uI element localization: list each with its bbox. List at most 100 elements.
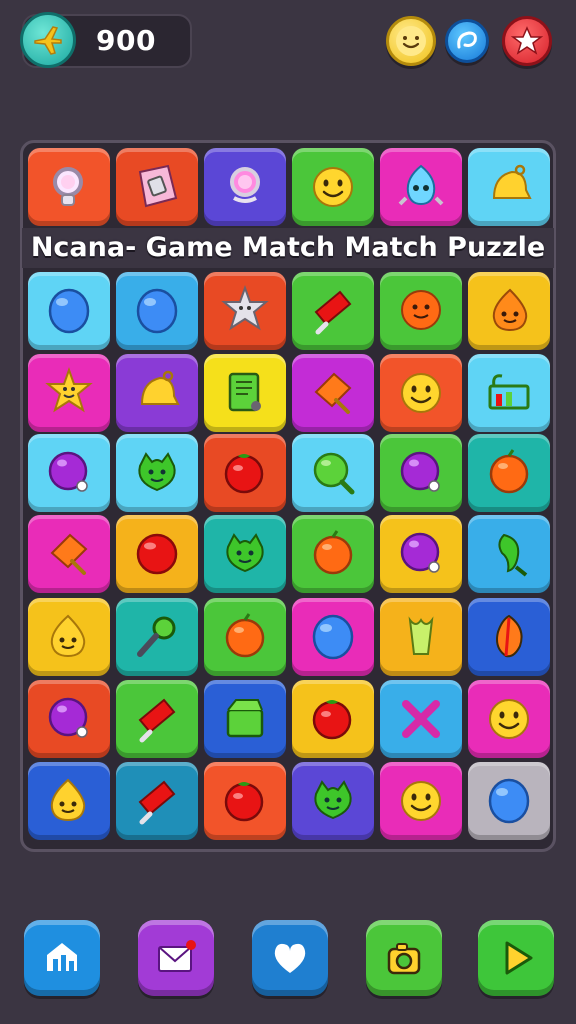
tile-creature-blue[interactable] — [380, 148, 462, 226]
tile-creature-green[interactable] — [116, 434, 198, 512]
tile-tomato[interactable] — [204, 762, 286, 840]
tile-book-green[interactable] — [204, 354, 286, 432]
tile-bell[interactable] — [116, 354, 198, 432]
face-yellow-icon — [489, 699, 529, 739]
heart-button[interactable] — [252, 920, 328, 996]
tile-orb-purple[interactable] — [28, 680, 110, 758]
tile-creature-green[interactable] — [292, 762, 374, 840]
bell-icon — [140, 370, 180, 405]
tile-cone-orange[interactable] — [28, 515, 110, 593]
key-icon — [137, 616, 176, 657]
cone-red-icon — [314, 290, 352, 335]
mail-button[interactable] — [138, 920, 214, 996]
mail-icon — [158, 940, 196, 972]
tile-face-yellow[interactable] — [468, 680, 550, 758]
cone-orange-icon — [314, 372, 352, 414]
tile-orb-blue[interactable] — [292, 598, 374, 676]
tile-leaf[interactable] — [468, 598, 550, 676]
celery-icon — [408, 616, 434, 655]
tile-cone-red[interactable] — [116, 680, 198, 758]
camera-button[interactable] — [366, 920, 442, 996]
play-button[interactable] — [478, 920, 554, 996]
tile-cone-orange[interactable] — [292, 354, 374, 432]
tile-orb-green[interactable] — [292, 434, 374, 512]
tile-tomato[interactable] — [292, 680, 374, 758]
orb-red-icon — [136, 533, 178, 575]
tile-pepper-green[interactable] — [468, 515, 550, 593]
drop-yellow-icon — [50, 614, 86, 658]
tile-face-yellow[interactable] — [380, 762, 462, 840]
cone-red-icon — [138, 780, 176, 825]
tile-magnifier-pink[interactable] — [204, 148, 286, 226]
tomato-icon — [224, 782, 264, 822]
star-yellow-icon — [45, 367, 93, 413]
tile-cone-red[interactable] — [292, 272, 374, 350]
tile-cross[interactable] — [380, 680, 462, 758]
creature-blue-icon — [398, 164, 444, 206]
tile-tomato[interactable] — [204, 434, 286, 512]
tile-creature-green[interactable] — [204, 515, 286, 593]
heart-icon — [274, 943, 306, 973]
drop-yellow-icon — [50, 778, 86, 822]
tile-celery[interactable] — [380, 598, 462, 676]
tile-magnifier[interactable] — [28, 148, 110, 226]
tile-key[interactable] — [116, 598, 198, 676]
home-button[interactable] — [24, 920, 100, 996]
tile-cart[interactable] — [468, 354, 550, 432]
tile-star-yellow[interactable] — [28, 354, 110, 432]
tile-orb-purple[interactable] — [380, 515, 462, 593]
tile-drop-yellow[interactable] — [28, 762, 110, 840]
tile-orb-blue[interactable] — [468, 762, 550, 840]
orb-blue-icon — [312, 614, 354, 660]
magnifier-pink-icon — [230, 167, 260, 203]
refresh-button[interactable] — [445, 19, 489, 63]
drop-orange-icon — [492, 288, 528, 332]
tile-orb-purple[interactable] — [28, 434, 110, 512]
score-value: 900 — [96, 24, 156, 57]
tile-paper[interactable] — [116, 148, 198, 226]
tile-orb-blue[interactable] — [28, 272, 110, 350]
tile-orb-orange[interactable] — [468, 434, 550, 512]
orb-purple-icon — [48, 697, 88, 738]
tile-orb-purple[interactable] — [380, 434, 462, 512]
orb-orange-icon — [313, 530, 353, 575]
paper-icon — [138, 164, 178, 208]
creature-green-icon — [138, 452, 176, 492]
tile-face-yellow[interactable] — [380, 354, 462, 432]
tile-orb-orange[interactable] — [204, 598, 286, 676]
tile-cone-red[interactable] — [116, 762, 198, 840]
smiley-face-button[interactable] — [386, 16, 436, 66]
face-yellow-icon — [313, 167, 353, 207]
cone-orange-icon — [50, 533, 88, 575]
swirl-icon — [457, 31, 477, 49]
tile-face-yellow[interactable] — [292, 148, 374, 226]
tomato-icon — [224, 454, 264, 494]
cross-icon — [402, 700, 440, 738]
bell-icon — [492, 164, 532, 199]
smiley-icon — [396, 26, 426, 56]
star-gray-icon — [221, 285, 269, 331]
cart-icon — [488, 374, 530, 410]
orb-orange-icon — [489, 449, 529, 494]
tile-orb-blue[interactable] — [116, 272, 198, 350]
star-button[interactable] — [502, 16, 552, 66]
pepper-green-icon — [498, 533, 528, 577]
leaf-icon — [496, 614, 523, 658]
tile-star-gray[interactable] — [204, 272, 286, 350]
face-yellow-icon — [401, 781, 441, 821]
tile-orb-orange[interactable] — [292, 515, 374, 593]
tile-drop-yellow[interactable] — [28, 598, 110, 676]
orb-blue-icon — [136, 288, 178, 334]
game-title: Ncana- Game Match Match Puzzle — [30, 232, 546, 263]
book-green-icon — [228, 372, 261, 412]
tile-flower-orange[interactable] — [380, 272, 462, 350]
tile-orb-red[interactable] — [116, 515, 198, 593]
tile-box-green[interactable] — [204, 680, 286, 758]
orb-purple-icon — [400, 451, 440, 492]
face-yellow-icon — [401, 373, 441, 413]
tile-bell[interactable] — [468, 148, 550, 226]
play-icon — [505, 941, 533, 975]
tile-drop-orange[interactable] — [468, 272, 550, 350]
creature-green-icon — [226, 533, 264, 573]
orb-green-icon — [313, 452, 355, 495]
